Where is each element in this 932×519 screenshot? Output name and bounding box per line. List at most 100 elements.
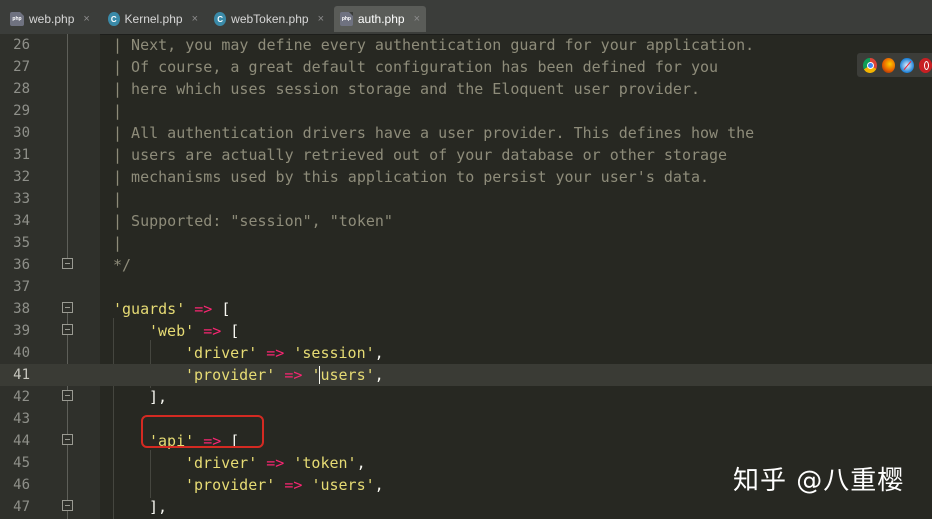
code-text: 'web' => [	[149, 320, 239, 342]
arrow-operator: =>	[194, 300, 213, 318]
comment-text: |	[113, 234, 123, 252]
code-text: 'driver' => 'session',	[185, 342, 384, 364]
array-value: 'users'	[311, 366, 375, 384]
fold-marker-icon[interactable]	[62, 258, 73, 269]
code-line: 30 | All authentication drivers have a u…	[0, 122, 932, 144]
array-key: 'provider'	[185, 476, 276, 494]
code-text: 'provider' => 'users',	[185, 364, 384, 386]
tab-label: Kernel.php	[124, 12, 183, 26]
array-key: 'guards'	[113, 300, 186, 318]
editor-tab-bar: php web.php × C Kernel.php × C webToken.…	[0, 0, 932, 35]
class-file-icon: C	[214, 12, 227, 26]
comment-text: | here which uses session storage and th…	[113, 80, 700, 98]
closing-bracket: ],	[149, 388, 168, 406]
code-text: 'driver' => 'token',	[185, 452, 366, 474]
array-value: 'session'	[293, 344, 375, 362]
array-value: 'users'	[311, 476, 375, 494]
code-line: 29 |	[0, 100, 932, 122]
fold-marker-icon[interactable]	[62, 434, 73, 445]
bracket: [	[221, 300, 231, 318]
arrow-operator: =>	[266, 454, 285, 472]
arrow-operator: =>	[284, 366, 303, 384]
close-icon[interactable]: ×	[83, 13, 89, 25]
comment-text: |	[113, 190, 123, 208]
tab-kernel-php[interactable]: C Kernel.php ×	[102, 6, 204, 32]
chrome-icon[interactable]	[863, 57, 877, 73]
line-number: 47	[13, 499, 30, 515]
array-key: 'driver'	[185, 344, 258, 362]
line-number: 26	[13, 37, 30, 53]
code-line: 27 | Of course, a great default configur…	[0, 56, 932, 78]
arrow-operator: =>	[284, 476, 303, 494]
line-number: 38	[13, 301, 30, 317]
line-number: 33	[13, 191, 30, 207]
code-line: 44 'api' => [	[0, 430, 932, 452]
comment-text: | Supported: "session", "token"	[113, 212, 393, 230]
array-key: 'driver'	[185, 454, 258, 472]
line-number: 34	[13, 213, 30, 229]
comment-text: | All authentication drivers have a user…	[113, 124, 755, 142]
comma: ,	[374, 476, 384, 494]
line-number: 44	[13, 433, 30, 449]
line-number: 35	[13, 235, 30, 251]
arrow-operator: =>	[203, 322, 222, 340]
line-number: 36	[13, 257, 30, 273]
line-number: 39	[13, 323, 30, 339]
comment-text: | mechanisms used by this application to…	[113, 168, 710, 186]
bracket: [	[230, 322, 240, 340]
php-file-icon: php	[340, 12, 353, 26]
code-line: 26 | Next, you may define every authenti…	[0, 34, 932, 56]
code-line: 40 'driver' => 'session',	[0, 342, 932, 364]
line-number: 45	[13, 455, 30, 471]
line-number: 46	[13, 477, 30, 493]
code-line: 36 */	[0, 254, 932, 276]
code-line: 35 |	[0, 232, 932, 254]
tab-label: auth.php	[357, 12, 405, 26]
line-number: 37	[13, 279, 30, 295]
comment-text: | Of course, a great default configurati…	[113, 58, 719, 76]
comment-text: |	[113, 102, 123, 120]
code-line: 28 | here which uses session storage and…	[0, 78, 932, 100]
fold-marker-icon[interactable]	[62, 324, 73, 335]
line-number: 42	[13, 389, 30, 405]
tab-webtoken-php[interactable]: C webToken.php ×	[208, 6, 330, 32]
comment-text: */	[113, 256, 132, 274]
close-icon[interactable]: ×	[414, 13, 420, 25]
line-number: 32	[13, 169, 30, 185]
tab-label: web.php	[29, 12, 75, 26]
code-line: 31 | users are actually retrieved out of…	[0, 144, 932, 166]
array-key: 'provider'	[185, 366, 276, 384]
comma: ,	[374, 344, 384, 362]
close-icon[interactable]: ×	[192, 13, 198, 25]
array-key: 'web'	[149, 322, 195, 340]
tab-web-php[interactable]: php web.php ×	[4, 6, 100, 32]
code-text: 'guards' => [	[113, 298, 230, 320]
comma: ,	[374, 366, 384, 384]
fold-marker-icon[interactable]	[62, 500, 73, 511]
watermark: 知乎 @八重樱	[733, 466, 905, 496]
annotation-highlight-box	[141, 415, 264, 448]
line-number: 41	[13, 367, 30, 383]
line-number: 27	[13, 59, 30, 75]
code-line: 43	[0, 408, 932, 430]
line-number: 30	[13, 125, 30, 141]
line-number: 43	[13, 411, 30, 427]
line-number: 28	[13, 81, 30, 97]
code-line: 39 'web' => [	[0, 320, 932, 342]
fold-marker-icon[interactable]	[62, 302, 73, 313]
class-file-icon: C	[108, 12, 120, 26]
close-icon[interactable]: ×	[318, 13, 324, 25]
tab-auth-php[interactable]: php auth.php ×	[334, 6, 426, 32]
fold-marker-icon[interactable]	[62, 390, 73, 401]
opera-icon[interactable]	[918, 57, 932, 73]
text-cursor	[319, 366, 320, 384]
line-number: 29	[13, 103, 30, 119]
safari-icon[interactable]	[900, 57, 914, 73]
code-line: 32 | mechanisms used by this application…	[0, 166, 932, 188]
comma: ,	[356, 454, 366, 472]
closing-bracket: ],	[149, 498, 168, 516]
arrow-operator: =>	[266, 344, 285, 362]
firefox-icon[interactable]	[881, 57, 895, 73]
comment-text: | users are actually retrieved out of yo…	[113, 146, 728, 164]
array-value: 'token'	[293, 454, 357, 472]
